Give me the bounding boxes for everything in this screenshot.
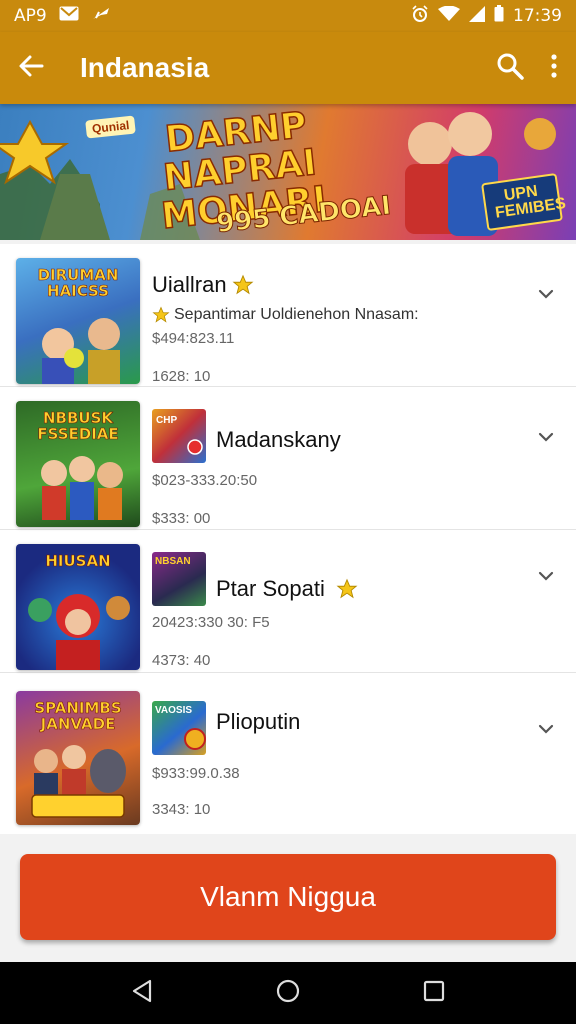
star-icon: [336, 578, 358, 605]
item-price: 20423:330 30: F5: [152, 614, 270, 631]
game-thumbnail: HIUSAN: [16, 544, 140, 670]
item-meta: 4373: 40: [152, 652, 211, 669]
chevron-down-icon[interactable]: [538, 286, 554, 304]
cell-signal-icon: [469, 5, 485, 27]
game-list: DIRUMAN HAICSS Uiallran Sepantimar Uoldi…: [0, 244, 576, 834]
carrier-label: AP9: [14, 6, 47, 26]
mini-icon-label: CHP: [156, 415, 178, 426]
badge-icon: [187, 439, 203, 460]
item-title: Uiallran: [152, 272, 227, 297]
item-title: Plioputin: [216, 709, 301, 734]
clock-time: 17:39: [513, 6, 562, 26]
item-price: $494:823.11: [152, 330, 235, 347]
more-vert-icon[interactable]: [550, 53, 558, 83]
page-title: Indanasia: [80, 52, 210, 83]
search-icon[interactable]: [496, 52, 524, 85]
chevron-down-icon[interactable]: [538, 568, 554, 586]
promo-banner[interactable]: Qunial DARNP NAPRAI MONARI 995 CADOAI UP…: [0, 104, 576, 240]
alarm-icon: [411, 4, 429, 28]
chevron-down-icon[interactable]: [538, 721, 554, 739]
nav-home-icon[interactable]: [275, 978, 301, 1009]
chevron-down-icon[interactable]: [538, 429, 554, 447]
nav-recents-icon[interactable]: [423, 980, 445, 1007]
system-nav-bar: [0, 962, 576, 1024]
battery-icon: [494, 5, 504, 27]
game-mini-icon: VAOSIS: [152, 701, 206, 755]
mini-icon-label: VAOSIS: [155, 705, 193, 716]
item-description: Sepantimar Uoldienehon Nnasam:: [174, 306, 419, 323]
item-meta: 3343: 10: [152, 801, 211, 818]
game-mini-icon: NBSAN: [152, 552, 206, 606]
item-meta: $333: 00: [152, 510, 211, 527]
game-thumbnail: DIRUMAN HAICSS: [16, 258, 140, 384]
item-title: Madanskany: [216, 427, 341, 452]
badge-icon: [184, 728, 206, 755]
game-mini-icon: CHP: [152, 409, 206, 463]
item-price: $023-333.20:50: [152, 472, 258, 489]
game-thumbnail: SPANIMBS JANVADE: [16, 691, 140, 825]
arrow-left-icon[interactable]: [18, 53, 44, 84]
mini-icon-label: NBSAN: [155, 556, 191, 567]
item-meta: 1628: 10: [152, 368, 211, 385]
signal-mute-icon: [91, 6, 111, 26]
app-bar: Indanasia: [0, 32, 576, 104]
list-item[interactable]: NBBUSK FSSEDIAE CHP Madanskany $023-333.…: [0, 387, 576, 530]
item-price: $933:99.0.38: [152, 765, 240, 782]
star-icon: [152, 306, 170, 329]
primary-action-button[interactable]: Vlanm Niggua: [20, 854, 556, 940]
list-item[interactable]: HIUSAN NBSAN Ptar Sopati 20423:330 30: F…: [0, 530, 576, 673]
star-icon: [232, 274, 254, 301]
game-thumbnail: NBBUSK FSSEDIAE: [16, 401, 140, 527]
wifi-icon: [438, 5, 460, 27]
mail-icon: [59, 6, 79, 26]
list-item[interactable]: SPANIMBS JANVADE VAOSIS Plioputin $933:9…: [0, 673, 576, 834]
status-bar: AP9 17:39: [0, 0, 576, 32]
list-item[interactable]: DIRUMAN HAICSS Uiallran Sepantimar Uoldi…: [0, 244, 576, 387]
item-title: Ptar Sopati: [216, 576, 325, 601]
nav-back-icon[interactable]: [131, 979, 153, 1008]
